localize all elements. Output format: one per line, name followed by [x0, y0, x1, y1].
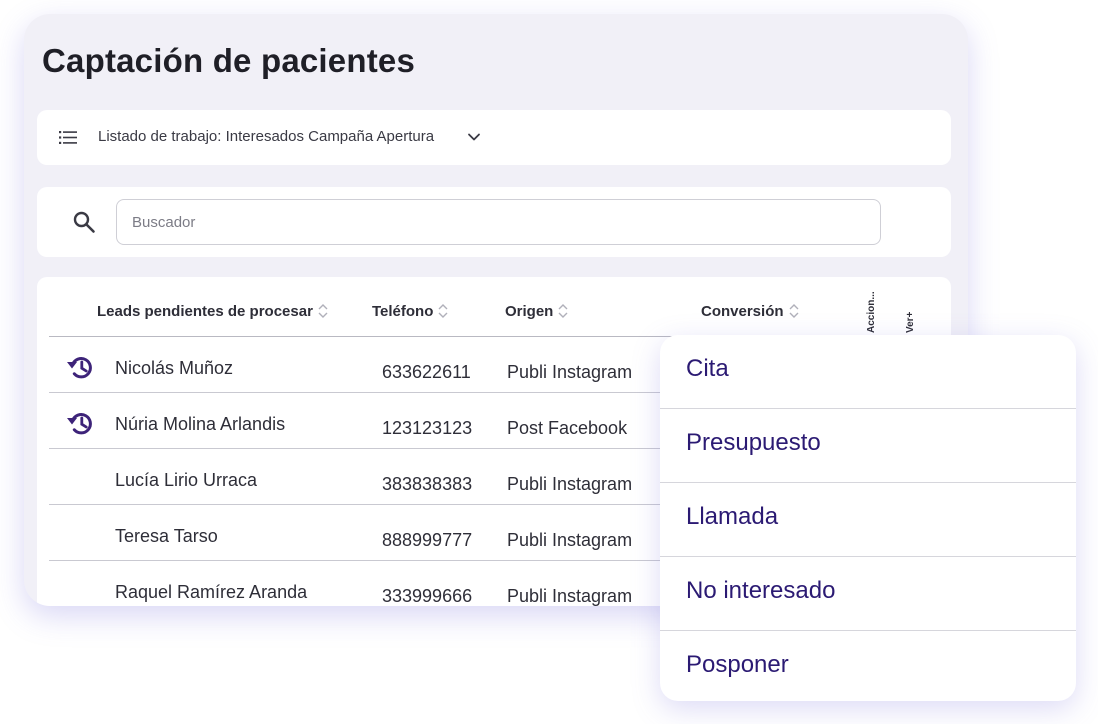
column-header-conversion-label: Conversión [701, 302, 784, 320]
lead-phone: 633622611 [382, 362, 471, 382]
search-panel [37, 187, 951, 257]
menu-item-label: No interesado [686, 577, 836, 604]
column-header-actions[interactable]: Accion... [866, 291, 877, 333]
lead-phone: 333999666 [382, 586, 473, 606]
column-header-conversion[interactable]: Conversión [701, 302, 800, 320]
list-icon [59, 131, 77, 144]
sort-icon [789, 304, 799, 318]
column-header-lead[interactable]: Leads pendientes de procesar [97, 302, 329, 320]
menu-item-no-interesado[interactable]: No interesado [660, 557, 1076, 631]
lead-origin: Publi Instagram [507, 362, 633, 382]
column-header-lead-label: Leads pendientes de procesar [97, 302, 313, 320]
column-header-more[interactable]: Ver+ [905, 312, 916, 333]
lead-origin: Publi Instagram [507, 586, 633, 606]
worklist-label: Listado de trabajo: Interesados Campaña … [98, 128, 435, 145]
chevron-down-icon[interactable] [467, 130, 481, 144]
column-header-origin-label: Origen [505, 302, 554, 320]
history-icon[interactable] [64, 409, 96, 437]
lead-name: Teresa Tarso [115, 526, 218, 546]
column-header-phone[interactable]: Teléfono [372, 302, 449, 320]
column-header-origin[interactable]: Origen [505, 302, 569, 320]
lead-name: Núria Molina Arlandis [115, 414, 286, 434]
lead-name: Raquel Ramírez Aranda [115, 582, 308, 602]
page-title: Captación de pacientes [42, 42, 416, 79]
worklist-selector[interactable]: Listado de trabajo: Interesados Campaña … [37, 110, 951, 165]
sort-icon [558, 304, 568, 318]
search-input[interactable] [116, 199, 881, 245]
lead-origin: Publi Instagram [507, 530, 633, 550]
menu-item-label: Presupuesto [686, 429, 821, 456]
lead-phone: 383838383 [382, 474, 473, 494]
sort-icon [438, 304, 448, 318]
sort-icon [318, 304, 328, 318]
conversion-menu: Cita Presupuesto Llamada No interesado P… [660, 335, 1076, 701]
menu-item-presupuesto[interactable]: Presupuesto [660, 409, 1076, 483]
search-icon[interactable] [72, 210, 96, 234]
menu-item-label: Llamada [686, 503, 779, 530]
lead-name: Nicolás Muñoz [115, 358, 234, 378]
lead-origin: Publi Instagram [507, 474, 633, 494]
menu-item-label: Posponer [686, 651, 789, 678]
menu-item-posponer[interactable]: Posponer [660, 631, 1076, 701]
lead-phone: 888999777 [382, 530, 473, 550]
lead-name: Lucía Lirio Urraca [115, 470, 258, 490]
lead-phone: 123123123 [382, 418, 473, 438]
menu-item-label: Cita [686, 355, 729, 382]
lead-origin: Post Facebook [507, 418, 628, 438]
history-icon[interactable] [64, 353, 96, 381]
menu-item-cita[interactable]: Cita [660, 335, 1076, 409]
column-header-phone-label: Teléfono [372, 302, 434, 320]
menu-item-llamada[interactable]: Llamada [660, 483, 1076, 557]
